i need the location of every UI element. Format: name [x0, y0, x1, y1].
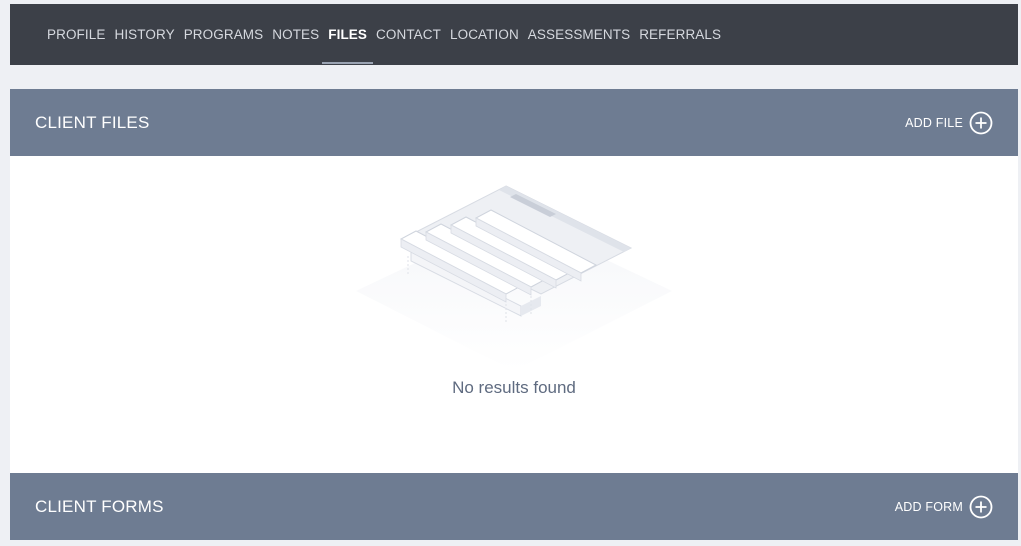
client-files-panel: No results found: [10, 156, 1018, 473]
client-forms-header: CLIENT FORMS ADD FORM: [10, 473, 1018, 540]
add-form-label: ADD FORM: [894, 499, 963, 514]
plus-circle-icon: [969, 495, 993, 518]
add-file-button[interactable]: ADD FILE: [905, 111, 993, 135]
tab-assessments[interactable]: ASSESSMENTS: [528, 27, 630, 43]
client-forms-title: CLIENT FORMS: [35, 496, 164, 516]
add-form-button[interactable]: ADD FORM: [895, 495, 993, 519]
top-navigation: PROFILE HISTORY PROGRAMS NOTES FILES CON…: [10, 4, 1018, 65]
client-files-title: CLIENT FILES: [35, 112, 150, 132]
tab-contact[interactable]: CONTACT: [376, 27, 441, 43]
plus-circle-icon: [969, 111, 993, 134]
tab-bar: PROFILE HISTORY PROGRAMS NOTES FILES CON…: [47, 4, 730, 65]
empty-state-message: No results found: [452, 378, 576, 397]
tab-profile[interactable]: PROFILE: [47, 27, 105, 43]
tab-history[interactable]: HISTORY: [114, 27, 174, 43]
tab-files[interactable]: FILES: [322, 27, 373, 64]
client-files-header: CLIENT FILES ADD FILE: [10, 89, 1018, 156]
empty-documents-illustration: [356, 185, 672, 371]
tab-location[interactable]: LOCATION: [450, 27, 519, 43]
tab-programs[interactable]: PROGRAMS: [184, 27, 264, 43]
add-file-label: ADD FILE: [905, 115, 963, 130]
tab-referrals[interactable]: REFERRALS: [639, 27, 721, 43]
tab-notes[interactable]: NOTES: [272, 27, 319, 43]
